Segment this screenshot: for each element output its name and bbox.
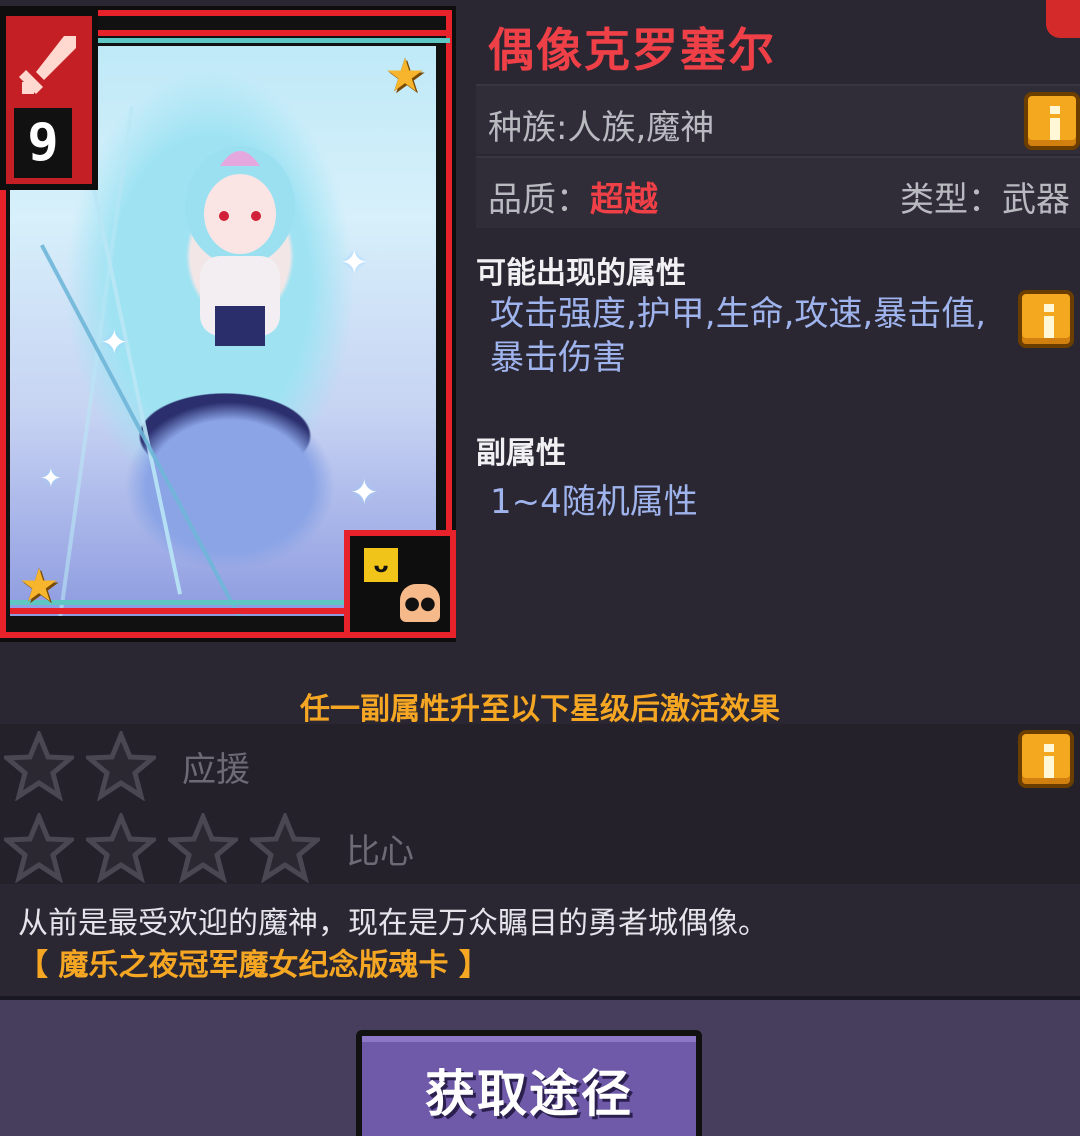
effect-row: 应援: [0, 728, 250, 802]
empty-star-icon: [246, 810, 324, 884]
cat-icon: ᴗ: [364, 548, 398, 582]
card-class-badge: ᴗ ●●: [344, 530, 456, 638]
edition-text: 【 魔乐之夜冠军魔女纪念版魂卡 】: [18, 948, 489, 983]
card-level: 9: [14, 108, 72, 178]
quality-row: 品质：超越 类型：武器: [476, 156, 1080, 228]
attrs-info-button[interactable]: [1018, 290, 1074, 348]
empty-star-icon: [0, 810, 78, 884]
sub-attrs-title: 副属性: [476, 436, 566, 471]
quality-label: 品质：: [488, 180, 590, 220]
activation-title: 任一副属性升至以下星级后激活效果: [300, 692, 780, 727]
quality-text: 品质：超越: [488, 172, 658, 221]
race-row: 种族:人族,魔神: [476, 84, 1080, 154]
effect-label: 应援: [182, 749, 250, 790]
description-panel: 从前是最受欢迎的魔神，现在是万众瞩目的勇者城偶像。 【 魔乐之夜冠军魔女纪念版魂…: [0, 884, 1080, 996]
bottom-bar: 获取途径: [0, 996, 1080, 1136]
sub-attrs-text: 1~4随机属性: [490, 482, 698, 522]
corner-red-tab: [1046, 0, 1080, 38]
star-icon: ★: [384, 48, 426, 102]
acquire-button[interactable]: 获取途径: [356, 1030, 702, 1136]
empty-star-icon: [164, 810, 242, 884]
card-name: 偶像克罗塞尔: [488, 23, 776, 77]
sword-icon: [14, 30, 86, 100]
race-info-button[interactable]: [1024, 92, 1080, 150]
sparkle-icon: ✦: [350, 473, 379, 513]
character-figure-icon: [185, 146, 295, 346]
possible-attrs-text: 攻击强度,护甲,生命,攻速,暴击值,暴击伤害: [490, 294, 987, 378]
skull-icon: ●●: [400, 584, 440, 622]
effect-label: 比心: [346, 831, 414, 872]
type-text: 类型：武器: [900, 180, 1070, 220]
empty-star-icon: [82, 728, 160, 802]
possible-attrs-title: 可能出现的属性: [476, 256, 686, 291]
star-icon: ★: [18, 558, 60, 612]
effect-row: 比心: [0, 810, 414, 884]
sparkle-icon: ✦: [40, 464, 62, 494]
level-badge: 9: [0, 10, 98, 190]
race-text: 种族:人族,魔神: [488, 108, 715, 148]
sparkle-icon: ✦: [100, 323, 129, 363]
star-effects-panel: 应援 比心: [0, 724, 1080, 884]
empty-star-icon: [82, 810, 160, 884]
quality-value: 超越: [590, 180, 658, 220]
description-text: 从前是最受欢迎的魔神，现在是万众瞩目的勇者城偶像。: [18, 906, 768, 941]
empty-star-icon: [0, 728, 78, 802]
sparkle-icon: ✦: [340, 243, 369, 283]
effects-info-button[interactable]: [1018, 730, 1074, 788]
